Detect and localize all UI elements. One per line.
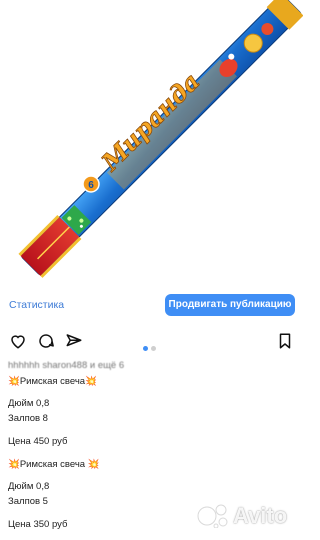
charge-count-badge: 6	[82, 175, 100, 193]
statistics-link[interactable]: Статистика	[9, 299, 64, 311]
product-photo[interactable]: 6 Миранда	[0, 0, 303, 290]
caption-item1-inch: Дюйм 0,8	[8, 398, 50, 409]
caption-item2-volleys: Залпов 5	[8, 496, 48, 507]
carousel-dot	[151, 346, 156, 351]
promote-post-button[interactable]: Продвигать публикацию	[165, 294, 295, 316]
post-toolbar	[0, 328, 303, 352]
svg-text:6: 6	[88, 180, 94, 191]
share-icon[interactable]	[65, 332, 83, 350]
caption-item2-inch: Дюйм 0,8	[8, 481, 50, 492]
post-action-row: Статистика Продвигать публикацию	[0, 292, 303, 320]
caption-item1-price: Цена 450 руб	[8, 436, 68, 447]
carousel-indicator	[143, 338, 159, 356]
carousel-dot-active	[143, 346, 148, 351]
caption-item1-title: 💥Римская свеча💥	[8, 376, 97, 387]
caption-item2-price: Цена 350 руб	[8, 519, 68, 530]
caption-item2-title: 💥Римская свеча 💥	[8, 459, 100, 470]
caption-item1-volleys: Залпов 8	[8, 413, 48, 424]
avito-logo-icon	[197, 504, 228, 528]
like-heart-icon[interactable]	[9, 332, 27, 350]
comment-icon[interactable]	[37, 332, 55, 350]
bookmark-icon[interactable]	[276, 332, 294, 350]
firework-tube-image: 6 Миранда	[18, 0, 303, 278]
watermark-text: Avito	[233, 503, 288, 528]
liked-by-text: hhhhhh sharon488 и ещё 6	[8, 360, 125, 371]
avito-watermark: Avito	[195, 500, 295, 530]
